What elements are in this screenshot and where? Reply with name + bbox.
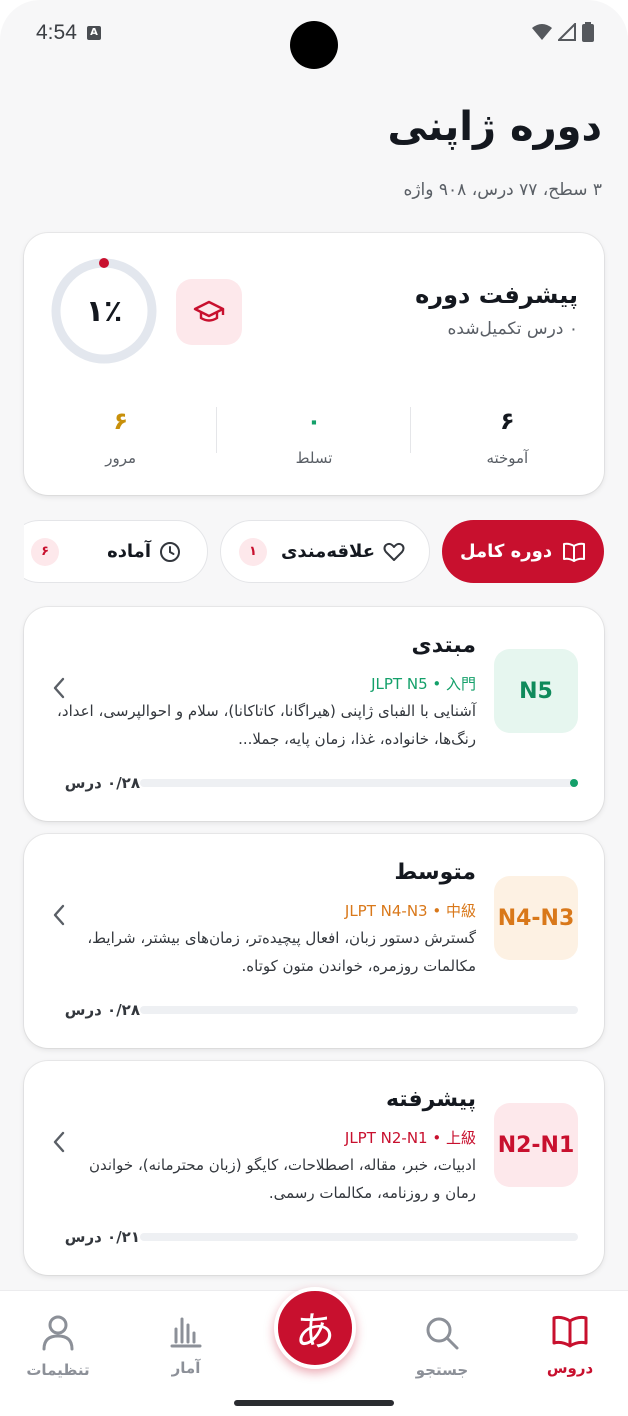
camera-cutout [290,21,338,69]
nav-label: آمار [171,1359,201,1377]
level-progress: ۰/۲۱ درس [50,1227,578,1247]
nav-label: تنظیمات [26,1361,90,1379]
chevron-left-icon [53,1131,65,1153]
level-badge: N5 [494,649,578,733]
book-open-icon [563,542,586,562]
kana-practice-fab[interactable]: あ [274,1287,356,1369]
nav-label: دروس [546,1359,594,1377]
level-tag: JLPT N2-N1 • 上級 [344,1129,476,1147]
level-card-intermediate[interactable]: N4-N3 متوسط JLPT N4-N3 • 中級 گسترش دستور … [24,834,604,1048]
level-description: گسترش دستور زبان، افعال پیچیده‌تر، زمان‌… [87,929,476,975]
progress-dot [570,779,578,787]
page-title: دوره ژاپنی [387,104,602,150]
stat-learned: ۶ آموخته [411,403,604,473]
level-progress-label: ۰/۲۸ درس [64,774,140,792]
stat-review: ۶ مرور [24,403,218,473]
level-progress-bar [140,1006,578,1014]
home-indicator [234,1400,394,1406]
nav-search[interactable]: جستجو [397,1315,487,1379]
progress-title: پیشرفت دوره [415,281,578,309]
heart-icon [383,542,405,561]
level-tag: JLPT N5 • 入門 [371,675,476,693]
person-icon [42,1315,74,1351]
level-title: پیشرفته [385,1087,476,1112]
level-progress: ۰/۲۸ درس [50,773,578,793]
ready-count-badge: ۶ [31,537,60,566]
status-bar: 4:54 A [0,0,628,69]
bottom-navigation: دروس جستجو あ آمار تنظیمات [0,1287,628,1416]
stat-value: ۰ [306,407,322,435]
progress-subtitle: ۰ درس تکمیل‌شده [447,319,578,339]
level-badge: N4-N3 [494,876,578,960]
level-progress-bar [140,1233,578,1241]
system-icons [532,22,594,42]
course-summary: ۳ سطح، ۷۷ درس، ۹۰۸ واژه [403,180,602,200]
level-progress: ۰/۲۸ درس [50,1000,578,1020]
nav-label: جستجو [415,1361,469,1379]
chip-ready[interactable]: آماده ۶ [24,520,208,583]
graduation-cap-icon [176,279,242,345]
stat-label: تسلط [295,449,333,467]
level-title: متوسط [394,860,476,885]
wifi-icon [532,24,552,40]
level-progress-bar [140,779,578,787]
level-description: ادبیات، خبر، مقاله، اصطلاحات، کایگو (زبا… [88,1156,476,1202]
notification-badge: A [87,26,101,40]
filter-chips: دوره کامل علاقه‌مندی ۱ آماده ۶ [24,520,604,584]
signal-icon [558,23,576,41]
clock-icon [160,541,180,562]
course-progress-card: پیشرفت دوره ۰ درس تکمیل‌شده ۱٪ ۶ آموخته … [24,233,604,495]
chip-label: دوره کامل [459,541,553,562]
nav-lessons[interactable]: دروس [525,1315,615,1377]
chip-favorites[interactable]: علاقه‌مندی ۱ [220,520,430,583]
level-progress-label: ۰/۲۸ درس [64,1001,140,1019]
level-title: مبتدی [411,633,476,658]
chip-full-course[interactable]: دوره کامل [442,520,604,583]
progress-percent: ۱٪ [85,293,123,329]
chip-label: آماده [107,541,151,562]
search-icon [426,1317,459,1350]
stat-mastered: ۰ تسلط [217,403,412,473]
chevron-left-icon [53,677,65,699]
level-progress-label: ۰/۲۱ درس [64,1228,140,1246]
stat-value: ۶ [113,407,128,435]
level-description: آشنایی با الفبای ژاپنی (هیراگانا، کاتاکا… [57,702,476,748]
nav-stats[interactable]: آمار [141,1315,231,1377]
bar-chart-icon [170,1317,202,1348]
level-badge: N2-N1 [494,1103,578,1187]
chip-label: علاقه‌مندی [280,541,375,562]
status-time: 4:54 [36,21,77,44]
stat-value: ۶ [500,407,515,435]
level-card-beginner[interactable]: N5 مبتدی JLPT N5 • 入門 آشنایی با الفبای ژ… [24,607,604,821]
book-open-icon [552,1315,588,1348]
battery-icon [582,22,594,42]
level-card-advanced[interactable]: N2-N1 پیشرفته JLPT N2-N1 • 上級 ادبیات، خب… [24,1061,604,1275]
app-screen: 4:54 A دوره ژاپنی ۳ سطح، ۷۷ درس، ۹۰۸ واژ… [0,0,628,1416]
favorites-count-badge: ۱ [238,537,267,566]
level-tag: JLPT N4-N3 • 中級 [344,902,476,920]
stat-label: مرور [105,449,137,467]
nav-settings[interactable]: تنظیمات [13,1315,103,1379]
stat-label: آموخته [486,449,529,467]
chevron-left-icon [53,904,65,926]
progress-stats: ۶ آموخته ۰ تسلط ۶ مرور [24,403,604,473]
